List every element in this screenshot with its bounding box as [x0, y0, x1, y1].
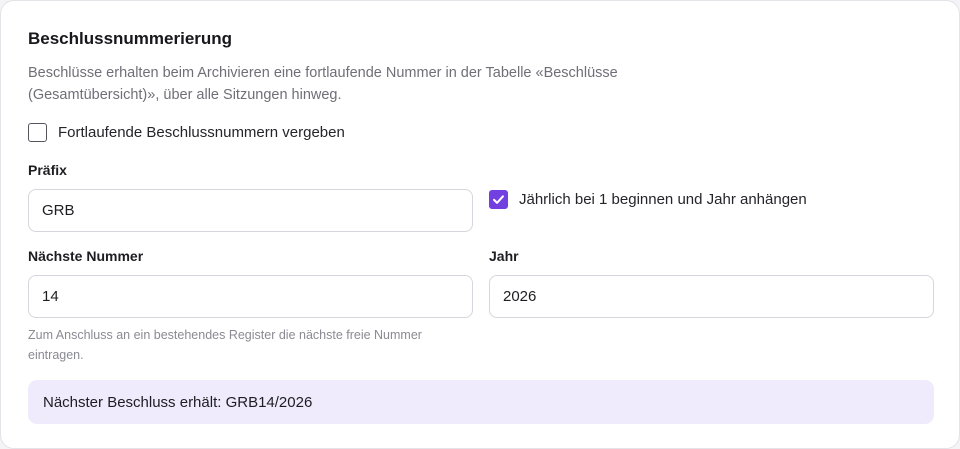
- prefix-label: Präfix: [28, 162, 67, 178]
- continuous-numbers-label: Fortlaufende Beschlussnummern vergeben: [58, 124, 345, 141]
- continuous-numbers-option[interactable]: Fortlaufende Beschlussnummern vergeben: [28, 123, 345, 142]
- year-label: Jahr: [489, 248, 519, 264]
- prefix-input[interactable]: GRB: [28, 189, 473, 232]
- yearly-reset-checkbox[interactable]: [489, 190, 508, 209]
- next-number-hint: Zum Anschluss an ein bestehendes Registe…: [28, 328, 422, 362]
- next-resolution-preview: Nächster Beschluss erhält: GRB14/2026: [28, 380, 934, 424]
- yearly-reset-label: Jährlich bei 1 beginnen und Jahr anhänge…: [519, 191, 807, 208]
- settings-card: Beschlussnummerierung Beschlüsse erhalte…: [0, 0, 960, 449]
- next-number-input[interactable]: 14: [28, 275, 473, 318]
- continuous-numbers-checkbox[interactable]: [28, 123, 47, 142]
- preview-text: Nächster Beschluss erhält: GRB14/2026: [43, 393, 313, 411]
- year-input[interactable]: 2026: [489, 275, 934, 318]
- section-description: Beschlüsse erhalten beim Archivieren ein…: [28, 65, 618, 103]
- checkmark-icon: [493, 195, 504, 204]
- section-title: Beschlussnummerierung: [28, 29, 233, 48]
- yearly-reset-option[interactable]: Jährlich bei 1 beginnen und Jahr anhänge…: [489, 190, 807, 209]
- next-number-label: Nächste Nummer: [28, 248, 144, 264]
